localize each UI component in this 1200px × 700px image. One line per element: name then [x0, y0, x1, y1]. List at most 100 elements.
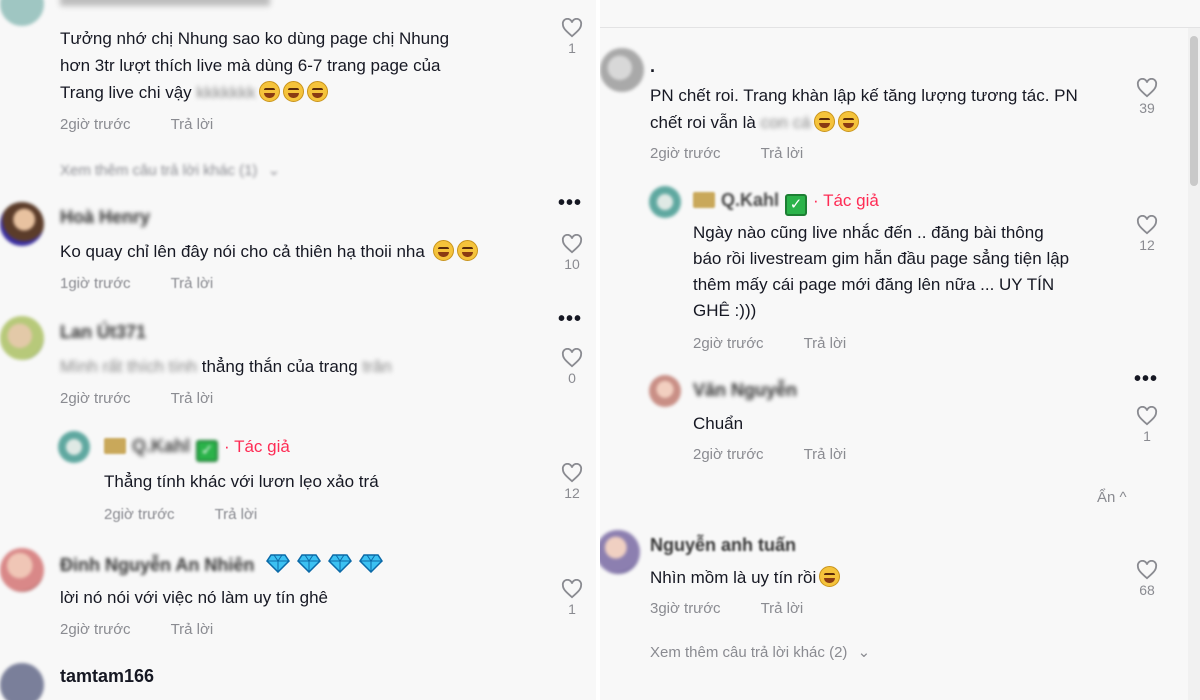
commenter-name[interactable]: Q.Kahl ✓ · Tác giả: [693, 190, 879, 216]
avatar[interactable]: [0, 316, 44, 360]
like-button[interactable]: 10: [560, 234, 584, 272]
reply-button[interactable]: Trả lời: [804, 446, 847, 463]
reply-button[interactable]: Trả lời: [171, 275, 214, 292]
avatar[interactable]: [600, 48, 644, 92]
commenter-name[interactable]: Lan Út371: [60, 322, 146, 343]
author-label: · Tác giả: [224, 437, 290, 456]
like-count: 39: [1139, 100, 1155, 116]
commenter-name[interactable]: Q.Kahl ✓ · Tác giả: [104, 436, 290, 462]
comment-meta: 2giờ trước Trả lời: [693, 446, 846, 463]
timestamp: 2giờ trước: [650, 145, 721, 162]
like-count: 12: [564, 485, 580, 501]
verified-check-icon: ✓: [196, 440, 219, 462]
comment-text: Chuẩn: [693, 414, 744, 433]
diamond-icon: [297, 554, 322, 573]
avatar[interactable]: [0, 0, 44, 26]
view-more-replies[interactable]: Xem thêm câu trả lời khác (1) ⌄: [60, 161, 280, 179]
grinning-emoji-icon: [837, 111, 859, 132]
reply-button[interactable]: Trả lời: [171, 390, 214, 407]
like-button[interactable]: 1: [560, 579, 584, 617]
scrollbar[interactable]: [1188, 28, 1200, 700]
left-comments-panel: Tưởng nhớ chị Nhung sao ko dùng page chị…: [0, 0, 600, 700]
grinning-emoji-icon: [813, 111, 835, 132]
scrollbar-thumb[interactable]: [1190, 36, 1198, 186]
heart-outline-icon: [1136, 560, 1158, 580]
like-button[interactable]: 68: [1135, 560, 1159, 598]
like-count: 0: [568, 370, 576, 386]
timestamp: 2giờ trước: [60, 390, 131, 407]
heart-outline-icon: [561, 579, 583, 599]
chevron-down-icon: ⌄: [857, 644, 871, 661]
comment-meta: 2giờ trước Trả lời: [104, 506, 257, 523]
grinning-emoji-icon: [282, 81, 304, 102]
diamond-icon: [328, 554, 353, 573]
timestamp: 2giờ trước: [693, 446, 764, 463]
diamond-icon: [359, 554, 384, 573]
reply-button[interactable]: Trả lời: [215, 506, 258, 523]
reply-button[interactable]: Trả lời: [804, 335, 847, 352]
timestamp: 2giờ trước: [60, 116, 131, 133]
verified-check-icon: ✓: [785, 194, 808, 216]
commenter-name[interactable]: tamtam166: [60, 666, 154, 687]
comment-meta: 3giờ trước Trả lời: [650, 600, 803, 617]
comment-text: Tưởng nhớ chị Nhung sao ko dùng page chị…: [60, 29, 450, 102]
like-count: 12: [1139, 237, 1155, 253]
like-count: 1: [568, 40, 576, 56]
chevron-down-icon: ⌄: [267, 162, 281, 179]
more-options-button[interactable]: •••: [558, 192, 582, 215]
comment-text: lời nó nói với việc nó làm uy tín ghê: [60, 588, 328, 607]
comment-meta: 1giờ trước Trả lời: [60, 275, 213, 292]
commenter-name[interactable]: Đinh Nguyễn An Nhiên: [60, 553, 384, 576]
diamond-icon: [266, 554, 291, 573]
timestamp: 2giờ trước: [60, 621, 131, 638]
heart-outline-icon: [561, 463, 583, 483]
like-button[interactable]: 12: [1135, 215, 1159, 253]
comment-meta: 2giờ trước Trả lời: [60, 390, 213, 407]
comment-text: Ngày nào cũng live nhắc đến .. đăng bài …: [693, 223, 1070, 320]
grinning-emoji-icon: [258, 81, 280, 102]
comment-meta: 2giờ trước Trả lời: [60, 621, 213, 638]
comment-meta: 2giờ trước Trả lời: [693, 335, 846, 352]
author-label: · Tác giả: [813, 191, 879, 210]
like-button[interactable]: 0: [560, 348, 584, 386]
avatar[interactable]: [600, 530, 640, 574]
heart-outline-icon: [1136, 215, 1158, 235]
reply-button[interactable]: Trả lời: [761, 600, 804, 617]
like-button[interactable]: 1: [1135, 406, 1159, 444]
comment-meta: 2giờ trước Trả lời: [60, 116, 213, 133]
commenter-name[interactable]: .: [650, 56, 655, 77]
reply-button[interactable]: Trả lời: [171, 116, 214, 133]
avatar[interactable]: [0, 202, 44, 246]
commenter-name[interactable]: Nguyễn anh tuấn: [650, 535, 796, 556]
heart-outline-icon: [561, 18, 583, 38]
reply-button[interactable]: Trả lời: [761, 145, 804, 162]
avatar[interactable]: [58, 431, 90, 463]
comment-text: Ko quay chỉ lên đây nói cho cả thiên hạ …: [60, 238, 478, 265]
view-more-replies[interactable]: Xem thêm câu trả lời khác (2) ⌄: [650, 643, 870, 661]
timestamp: 2giờ trước: [693, 335, 764, 352]
like-count: 1: [1143, 428, 1151, 444]
comment-text: PN chết roi. Trang khàn lập kế tăng lượn…: [650, 86, 1078, 132]
comment-meta: 2giờ trước Trả lời: [650, 145, 803, 162]
avatar[interactable]: [0, 548, 44, 592]
avatar[interactable]: [0, 663, 44, 700]
more-options-button[interactable]: •••: [1134, 368, 1158, 391]
comment-text: Nhìn mồm là uy tín rồi: [650, 564, 841, 591]
like-button[interactable]: 39: [1135, 78, 1159, 116]
reply-button[interactable]: Trả lời: [171, 621, 214, 638]
like-count: 68: [1139, 582, 1155, 598]
hide-replies-button[interactable]: Ẩn ^: [1097, 489, 1127, 506]
badge-icon: [104, 438, 126, 454]
timestamp: 1giờ trước: [60, 275, 131, 292]
commenter-name[interactable]: Văn Nguyễn: [693, 380, 797, 401]
avatar[interactable]: [649, 375, 681, 407]
more-options-button[interactable]: •••: [558, 308, 582, 331]
top-bar: [600, 0, 1200, 28]
timestamp: 3giờ trước: [650, 600, 721, 617]
comment-text: Thẳng tính khác với lươn lẹo xảo trá: [104, 472, 379, 491]
like-button[interactable]: 1: [560, 18, 584, 56]
commenter-name[interactable]: Hoà Henry: [60, 207, 150, 228]
avatar[interactable]: [649, 186, 681, 218]
heart-outline-icon: [1136, 406, 1158, 426]
like-button[interactable]: 12: [560, 463, 584, 501]
